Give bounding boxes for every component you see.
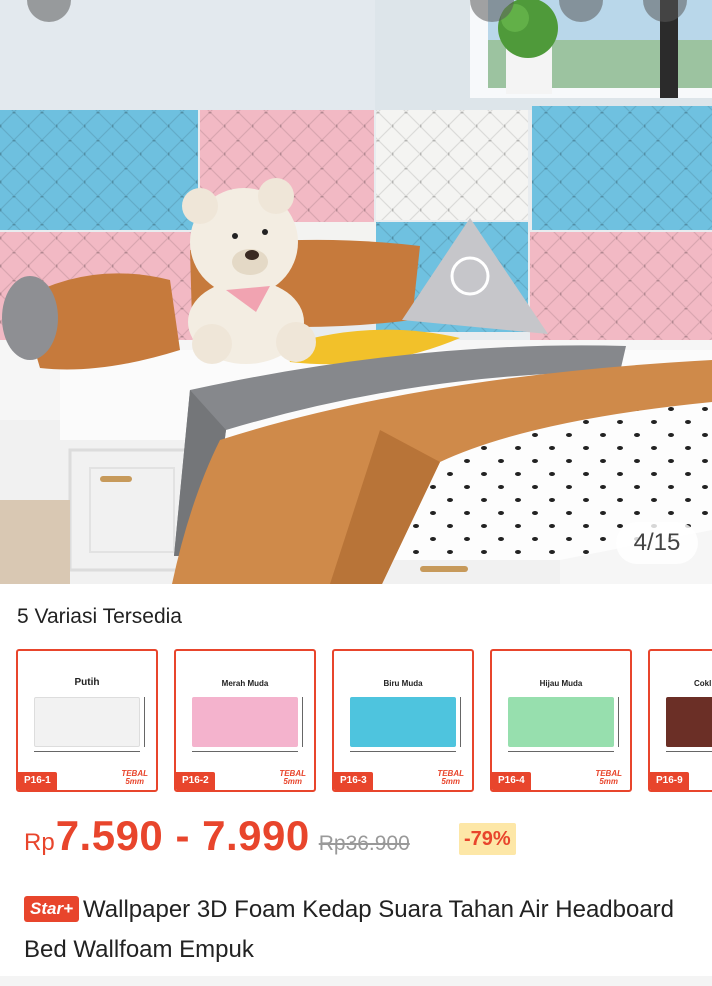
product-image[interactable]: 4/15 [0,0,712,584]
variation-thumb-putih[interactable]: Putih P16-1 TEBAL 5mm [16,649,158,792]
section-divider [0,976,712,986]
product-title: Wallpaper 3D Foam Kedap Suara Tahan Air … [24,896,675,963]
variation-thumb-hijau-muda[interactable]: Hijau Muda P16-4 TEBAL 5mm [490,649,632,792]
variation-thumb-biru-muda[interactable]: Biru Muda P16-3 TEBAL 5mm [332,649,474,792]
panel-swatch [34,697,140,747]
price-range: 7.590 - 7.990 [55,812,310,859]
variation-thumb-merah-muda[interactable]: Merah Muda P16-2 TEBAL 5mm [174,649,316,792]
variation-name: Cokl [694,679,712,688]
variation-thumb-coklat[interactable]: Cokl P16-9 [648,649,712,792]
image-counter: 4/15 [616,522,698,564]
variation-code: P16-1 [18,772,57,790]
panel-swatch [350,697,456,747]
bedroom-photo [0,0,712,584]
thickness-label: TEBAL 5mm [279,769,306,786]
dimension-line [302,697,303,747]
thickness-label: TEBAL 5mm [595,769,622,786]
product-title-block: Star+ Wallpaper 3D Foam Kedap Suara Tahan… [24,890,694,970]
dimension-line [34,751,140,752]
variation-code: P16-4 [492,772,531,790]
variation-name: Hijau Muda [539,679,583,688]
price-row: Rp 7.590 - 7.990 Rp36.900 [24,812,410,868]
dimension-line [508,751,614,752]
panel-swatch [666,697,712,747]
dimension-line [666,751,712,752]
variations-title: 5 Variasi Tersedia [17,605,182,628]
price-currency: Rp [24,829,55,856]
variation-thumbnails: Putih P16-1 TEBAL 5mm Merah Muda P16-2 TE… [16,649,712,794]
dimension-line [350,751,456,752]
variation-code: P16-3 [334,772,373,790]
variation-code: P16-2 [176,772,215,790]
dimension-line [460,697,461,747]
panel-swatch [508,697,614,747]
variation-name: Putih [74,677,100,688]
thickness-label: TEBAL 5mm [437,769,464,786]
dimension-line [144,697,145,747]
discount-badge: -79% [459,823,516,855]
star-plus-badge: Star+ [24,896,79,922]
original-price: Rp36.900 [318,832,410,855]
variation-name: Merah Muda [221,679,269,688]
dimension-line [192,751,298,752]
dimension-line [618,697,619,747]
variation-code: P16-9 [650,772,689,790]
panel-swatch [192,697,298,747]
variation-name: Biru Muda [383,679,423,688]
thickness-label: TEBAL 5mm [121,769,148,786]
